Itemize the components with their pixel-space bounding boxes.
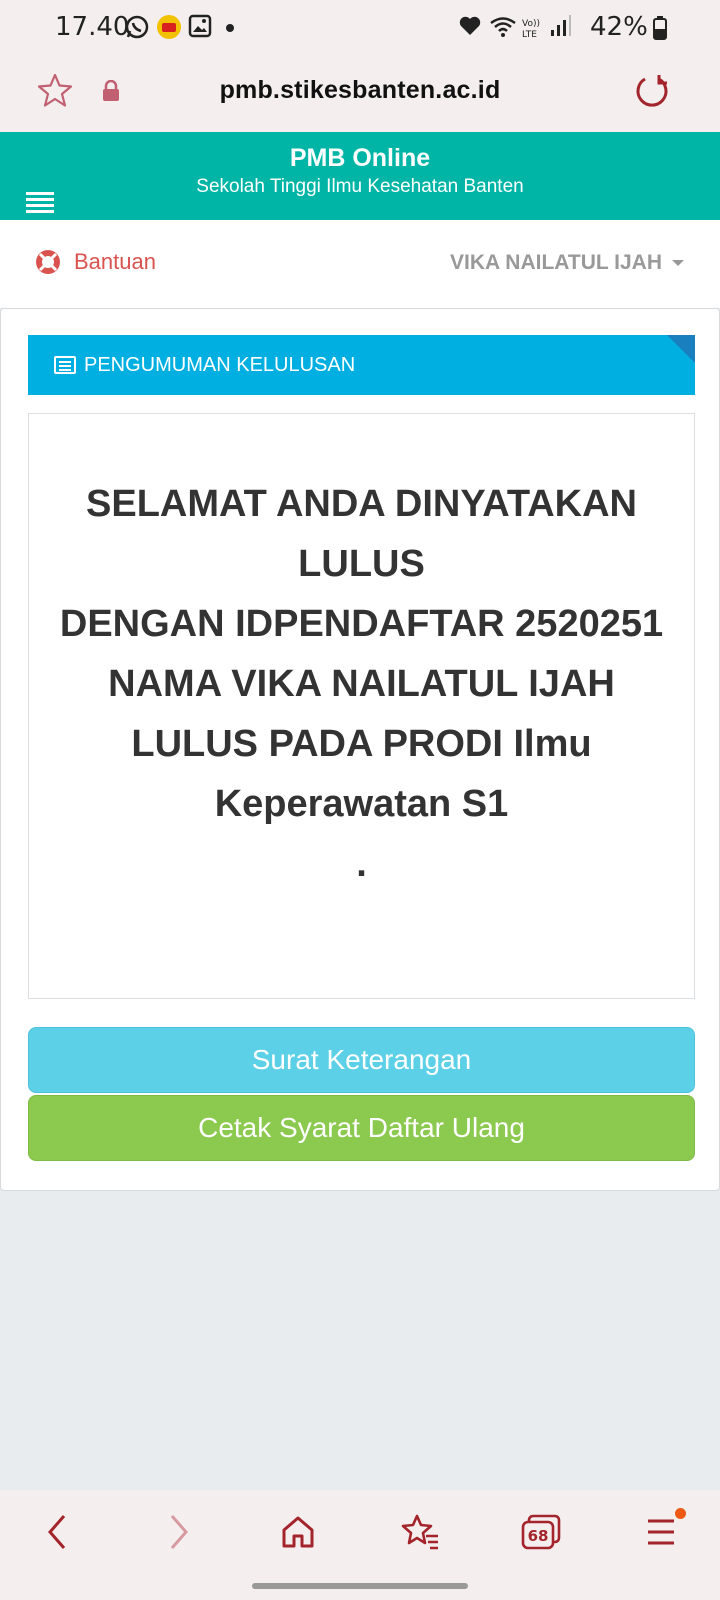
section-title: PENGUMUMAN KELULUSAN <box>84 353 356 376</box>
reload-icon[interactable] <box>632 72 670 115</box>
notification-dot <box>675 1508 686 1519</box>
browser-url-bar: pmb.stikesbanten.ac.id <box>0 54 720 132</box>
main-panel: PENGUMUMAN KELULUSAN SELAMAT ANDA DINYAT… <box>0 308 720 1191</box>
help-link[interactable]: Bantuan <box>34 248 156 276</box>
app-title: PMB Online <box>289 144 431 172</box>
dot-icon <box>225 20 235 38</box>
print-reregistration-button[interactable]: Cetak Syarat Daftar Ulang <box>28 1095 695 1161</box>
announcement-text: SELAMAT ANDA DINYATAKAN LULUS DENGAN IDP… <box>59 474 664 894</box>
volte-icon: Vo)) LTE <box>522 16 546 45</box>
signal-icon <box>550 14 572 43</box>
announcement-line-2: DENGAN IDPENDAFTAR 2520251 NAMA VIKA NAI… <box>59 603 664 705</box>
section-header: PENGUMUMAN KELULUSAN <box>28 335 695 395</box>
battery-percent: 42% <box>590 12 648 42</box>
user-name: VIKA NAILATUL IJAH <box>450 251 662 274</box>
svg-text:Vo)): Vo)) <box>522 19 540 29</box>
hamburger-menu-icon[interactable] <box>26 192 54 214</box>
gallery-icon <box>188 14 212 43</box>
battery-icon <box>653 16 667 45</box>
certificate-letter-button[interactable]: Surat Keterangan <box>28 1027 695 1093</box>
whatsapp-icon <box>124 14 150 45</box>
announcement-line-4: . <box>356 843 367 885</box>
home-indicator[interactable] <box>252 1583 468 1589</box>
menu-icon[interactable] <box>646 1512 676 1557</box>
caret-down-icon <box>672 260 684 266</box>
status-bar: 17.40 Vo)) LTE 42% <box>0 0 720 54</box>
tab-count: 68 <box>528 1527 549 1545</box>
lifebuoy-icon <box>34 248 62 276</box>
forward-icon[interactable] <box>164 1512 194 1557</box>
app-subtitle: Sekolah Tinggi Ilmu Kesehatan Banten <box>196 176 524 197</box>
announcement-line-3: LULUS PADA PRODI Ilmu Keperawatan S1 <box>131 723 592 825</box>
user-menu-dropdown[interactable]: VIKA NAILATUL IJAH <box>450 251 684 275</box>
announcement-box: SELAMAT ANDA DINYATAKAN LULUS DENGAN IDP… <box>28 413 695 999</box>
app-header: PMB Online Sekolah Tinggi Ilmu Kesehatan… <box>0 132 720 220</box>
corner-fold-shadow <box>667 335 695 363</box>
announcement-line-1: SELAMAT ANDA DINYATAKAN LULUS <box>86 483 637 585</box>
heart-icon <box>458 14 482 43</box>
nav-row: Bantuan VIKA NAILATUL IJAH <box>0 220 720 308</box>
help-label: Bantuan <box>74 249 156 274</box>
home-icon[interactable] <box>278 1512 318 1557</box>
status-time: 17.40 <box>55 12 130 42</box>
back-icon[interactable] <box>42 1512 72 1557</box>
bookmarks-icon[interactable] <box>400 1512 440 1557</box>
svg-text:LTE: LTE <box>522 30 537 40</box>
url-text[interactable]: pmb.stikesbanten.ac.id <box>0 76 720 105</box>
wifi-icon <box>488 14 518 45</box>
list-icon <box>54 356 76 374</box>
app-notification-icon <box>156 14 182 45</box>
tabs-icon[interactable]: 68 <box>520 1512 562 1557</box>
